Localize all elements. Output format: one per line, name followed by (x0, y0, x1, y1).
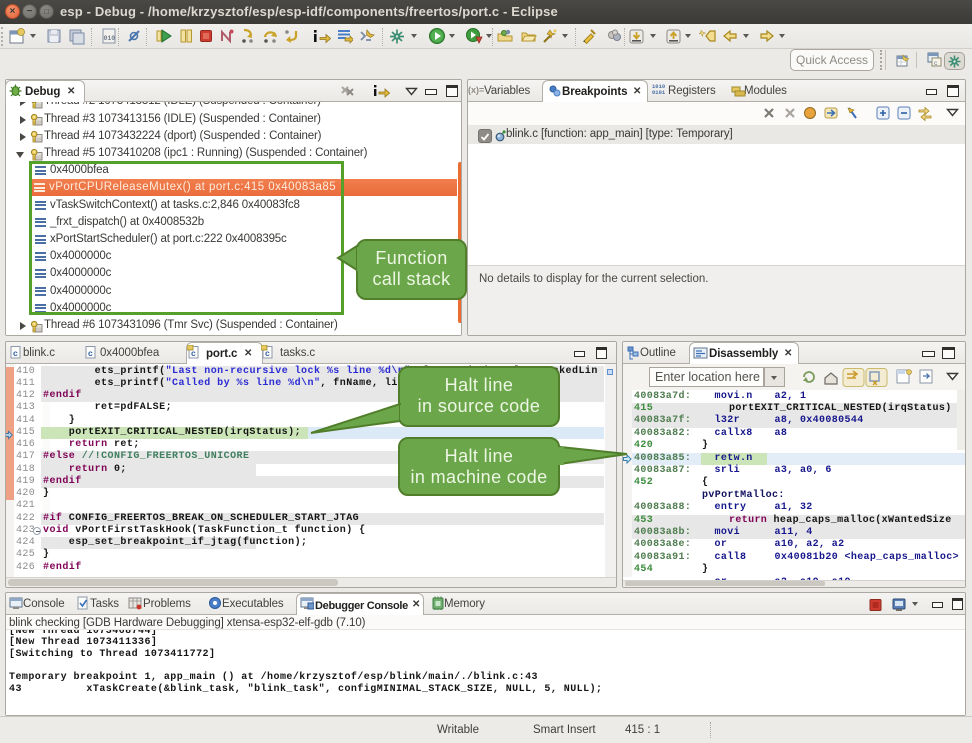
svg-text:c: c (88, 348, 93, 358)
svg-text:010: 010 (104, 35, 116, 42)
svg-text:c: c (13, 348, 18, 358)
